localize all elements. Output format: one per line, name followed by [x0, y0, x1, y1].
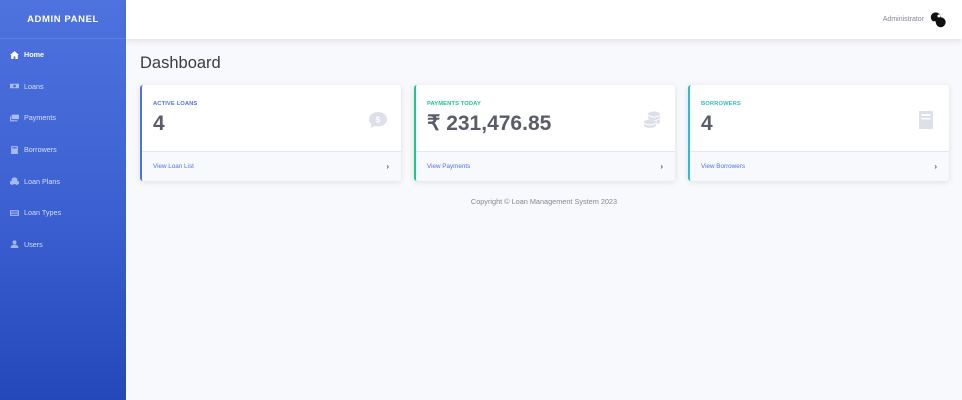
sidebar-item-users[interactable]: Users — [0, 229, 126, 261]
borrowers-card: BORROWERS 4 View Borrowers › — [688, 85, 949, 181]
card-body: ACTIVE LOANS 4 $ — [142, 85, 401, 151]
card-body: BORROWERS 4 — [690, 85, 949, 151]
card-label: BORROWERS — [701, 101, 741, 107]
chevron-right-icon: › — [660, 162, 663, 171]
sidebar-item-loans[interactable]: Loans — [0, 71, 126, 103]
book-icon — [10, 145, 19, 154]
view-borrowers-link[interactable]: View Borrowers › — [690, 151, 949, 181]
footer-link-text: View Borrowers — [701, 163, 745, 170]
user-avatar-icon[interactable] — [929, 11, 947, 29]
svg-text:$: $ — [376, 115, 381, 124]
card-value: ₹ 231,476.85 — [427, 112, 552, 135]
home-icon — [10, 50, 19, 59]
dollar-comment-icon: $ — [368, 110, 388, 130]
footer-link-text: View Payments — [427, 163, 471, 170]
user-name[interactable]: Administrator — [883, 16, 924, 23]
sidebar-item-label: Loans — [24, 81, 44, 91]
card-body: PAYMENTS TODAY ₹ 231,476.85 — [416, 85, 675, 151]
sidebar-item-borrowers[interactable]: Borrowers — [0, 134, 126, 166]
sidebar-item-home[interactable]: Home — [0, 39, 126, 71]
copyright-text: Copyright © Loan Management System 2023 — [470, 197, 618, 206]
sidebar-item-payments[interactable]: Payments — [0, 102, 126, 134]
user-icon — [10, 240, 19, 249]
sidebar-item-label: Borrowers — [24, 145, 57, 155]
page-title: Dashboard — [140, 54, 221, 72]
view-loan-list-link[interactable]: View Loan List › — [142, 151, 401, 181]
card-label: ACTIVE LOANS — [153, 101, 198, 107]
list-icon — [10, 209, 19, 217]
sidebar-nav: Home Loans Payments Borrowers Loan Plans — [0, 39, 126, 260]
main-content: Dashboard ACTIVE LOANS 4 $ View Loan Lis… — [140, 52, 949, 206]
sidebar: ADMIN PANEL Home Loans Payments Borrower… — [0, 0, 126, 400]
sidebar-item-loan-types[interactable]: Loan Types — [0, 197, 126, 229]
sidebar-item-label: Loan Types — [24, 208, 62, 218]
card-value: 4 — [153, 112, 165, 135]
payments-today-card: PAYMENTS TODAY ₹ 231,476.85 View Payment… — [414, 85, 675, 181]
footer-link-text: View Loan List — [153, 163, 194, 170]
sidebar-item-label: Payments — [24, 113, 56, 123]
stat-cards: ACTIVE LOANS 4 $ View Loan List › PAYMEN… — [140, 85, 949, 182]
topbar: Administrator — [126, 0, 962, 39]
cubes-icon — [10, 177, 19, 186]
sidebar-brand[interactable]: ADMIN PANEL — [0, 0, 126, 39]
chevron-right-icon: › — [386, 162, 389, 171]
sidebar-item-label: Loan Plans — [24, 176, 60, 186]
sidebar-item-label: Home — [24, 50, 44, 60]
active-loans-card: ACTIVE LOANS 4 $ View Loan List › — [140, 85, 401, 181]
chevron-right-icon: › — [934, 162, 937, 171]
card-value: 4 — [701, 112, 713, 135]
money-bills-icon — [10, 114, 19, 122]
sidebar-item-label: Users — [24, 239, 43, 249]
coins-icon — [642, 110, 662, 130]
card-label: PAYMENTS TODAY — [427, 101, 481, 107]
view-payments-link[interactable]: View Payments › — [416, 151, 675, 181]
money-icon — [10, 82, 19, 90]
book-icon — [916, 110, 936, 130]
sidebar-item-loan-plans[interactable]: Loan Plans — [0, 165, 126, 197]
